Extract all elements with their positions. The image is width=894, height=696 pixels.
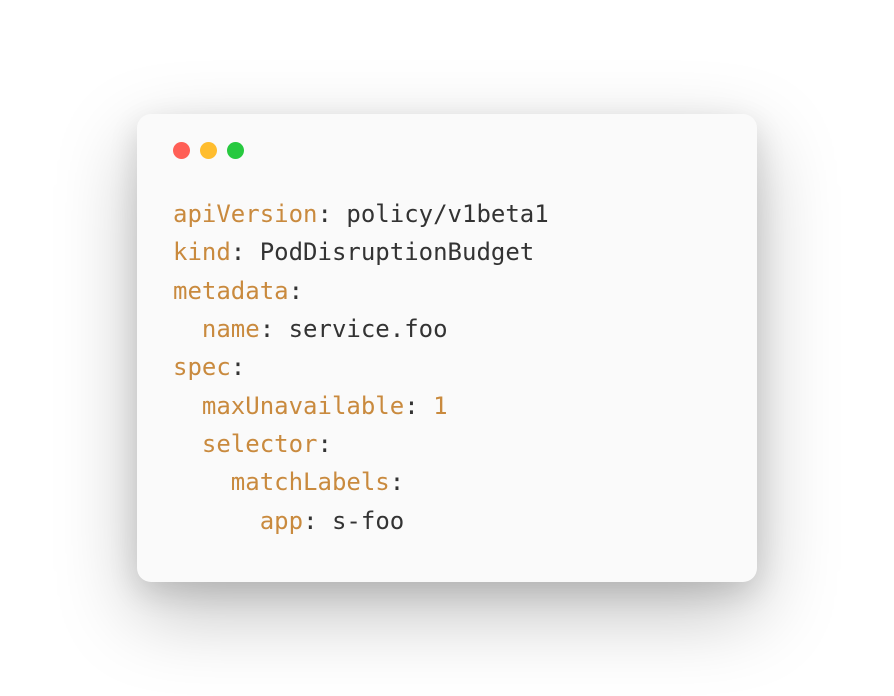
- yaml-key: maxUnavailable: [202, 392, 404, 420]
- yaml-colon: :: [303, 507, 317, 535]
- yaml-key: name: [202, 315, 260, 343]
- yaml-value: service.foo: [289, 315, 448, 343]
- yaml-colon: :: [231, 238, 245, 266]
- yaml-colon: :: [260, 315, 274, 343]
- code-window: apiVersion: policy/v1beta1kind: PodDisru…: [137, 114, 757, 583]
- yaml-colon: :: [404, 392, 418, 420]
- yaml-value: policy/v1beta1: [346, 200, 548, 228]
- yaml-value: PodDisruptionBudget: [260, 238, 535, 266]
- yaml-colon: :: [390, 468, 404, 496]
- code-line: maxUnavailable: 1: [173, 387, 721, 425]
- yaml-colon: :: [231, 353, 245, 381]
- yaml-key: selector: [202, 430, 318, 458]
- yaml-key: matchLabels: [231, 468, 390, 496]
- yaml-colon: :: [318, 200, 332, 228]
- yaml-colon: :: [289, 277, 303, 305]
- minimize-icon[interactable]: [200, 142, 217, 159]
- yaml-key: app: [260, 507, 303, 535]
- code-line: apiVersion: policy/v1beta1: [173, 195, 721, 233]
- yaml-value: 1: [433, 392, 447, 420]
- yaml-key: apiVersion: [173, 200, 318, 228]
- maximize-icon[interactable]: [227, 142, 244, 159]
- code-line: spec:: [173, 348, 721, 386]
- window-traffic-lights: [173, 142, 721, 159]
- close-icon[interactable]: [173, 142, 190, 159]
- code-block: apiVersion: policy/v1beta1kind: PodDisru…: [173, 195, 721, 541]
- code-line: metadata:: [173, 272, 721, 310]
- code-line: kind: PodDisruptionBudget: [173, 233, 721, 271]
- code-line: selector:: [173, 425, 721, 463]
- code-line: name: service.foo: [173, 310, 721, 348]
- yaml-key: kind: [173, 238, 231, 266]
- code-line: app: s-foo: [173, 502, 721, 540]
- yaml-colon: :: [318, 430, 332, 458]
- yaml-value: s-foo: [332, 507, 404, 535]
- code-line: matchLabels:: [173, 463, 721, 501]
- yaml-key: spec: [173, 353, 231, 381]
- yaml-key: metadata: [173, 277, 289, 305]
